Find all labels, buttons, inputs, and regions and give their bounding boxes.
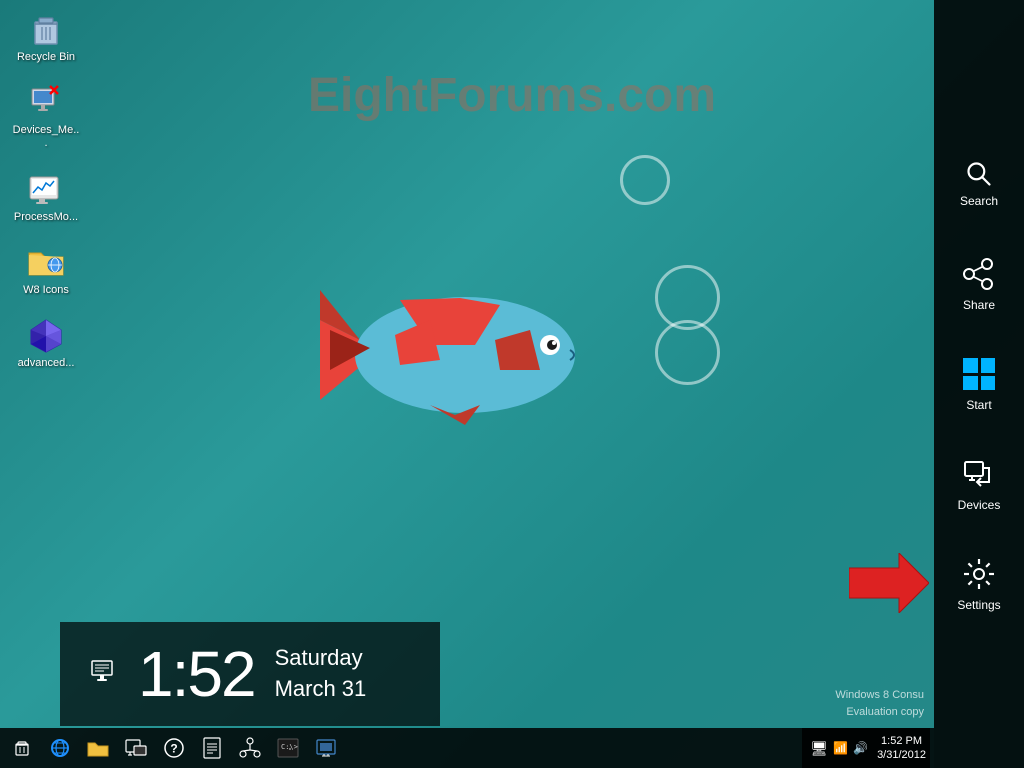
devices-icon — [961, 456, 997, 492]
taskbar-remote[interactable] — [118, 730, 154, 766]
charm-start[interactable]: Start — [934, 334, 1024, 434]
advanced-label: advanced... — [18, 357, 75, 370]
clock-time: 1:52 — [138, 642, 255, 706]
taskbar-help[interactable]: ? — [156, 730, 192, 766]
desktop: EightForums.com — [0, 0, 1024, 768]
w8-icons-label: W8 Icons — [23, 284, 69, 297]
clock-monitor-icon — [90, 657, 118, 692]
start-icon — [961, 356, 997, 392]
devices-me-icon[interactable]: Devices_Me... — [8, 78, 84, 154]
tray-speaker-icon[interactable]: 🔊 — [853, 741, 868, 755]
system-tray: 🖥 📶 🔊 1:52 PM 3/31/2012 — [802, 728, 934, 768]
charm-start-label: Start — [966, 398, 991, 412]
tray-wifi-icon[interactable]: 📶 — [833, 741, 848, 755]
devices-me-image — [26, 82, 66, 122]
deco-circle-3 — [655, 320, 720, 385]
taskbar: ? C:\> — [0, 728, 930, 768]
deco-circle-2 — [655, 265, 720, 330]
svg-text:?: ? — [170, 742, 177, 756]
taskbar-recycle[interactable] — [4, 730, 40, 766]
advanced-icon[interactable]: advanced... — [8, 311, 84, 374]
tray-network-icon[interactable]: 🖥 — [810, 740, 828, 757]
charm-search[interactable]: Search — [934, 134, 1024, 234]
deco-circle-1 — [620, 155, 670, 205]
charm-search-label: Search — [960, 194, 998, 208]
process-monitor-icon[interactable]: ProcessMo... — [8, 165, 84, 228]
search-icon — [965, 160, 993, 188]
advanced-image — [26, 315, 66, 355]
devices-me-label: Devices_Me... — [12, 124, 80, 150]
settings-icon — [961, 556, 997, 592]
charms-bar: Search Share Start — [934, 0, 1024, 768]
taskbar-network[interactable] — [232, 730, 268, 766]
taskbar-ie[interactable] — [42, 730, 78, 766]
process-monitor-image — [26, 169, 66, 209]
charm-devices[interactable]: Devices — [934, 434, 1024, 534]
charm-share[interactable]: Share — [934, 234, 1024, 334]
taskbar-explorer[interactable] — [80, 730, 116, 766]
charm-settings[interactable]: Settings — [934, 534, 1024, 634]
windows-watermark: Windows 8 Consu Evaluation copy — [835, 687, 924, 720]
process-monitor-label: ProcessMo... — [14, 211, 78, 224]
w8-icons-icon[interactable]: W8 Icons — [8, 238, 84, 301]
taskbar-notepad[interactable] — [194, 730, 230, 766]
w8-icons-image — [26, 242, 66, 282]
desktop-icon-area: Recycle Bin Devices_Me... — [8, 0, 84, 374]
recycle-bin-icon[interactable]: Recycle Bin — [8, 5, 84, 68]
fish-illustration — [300, 240, 620, 460]
clock-overlay: 1:52 Saturday March 31 — [60, 622, 440, 726]
charm-devices-label: Devices — [958, 498, 1001, 512]
share-icon — [961, 256, 997, 292]
recycle-bin-label: Recycle Bin — [17, 51, 75, 64]
watermark-text: EightForums.com — [308, 68, 716, 123]
charm-share-label: Share — [963, 298, 995, 312]
taskbar-clock[interactable]: 1:52 PM 3/31/2012 — [877, 734, 926, 763]
clock-date: Saturday March 31 — [275, 643, 367, 705]
svg-text:C:\>: C:\> — [281, 743, 298, 751]
recycle-bin-image — [26, 9, 66, 49]
taskbar-cmd[interactable]: C:\> — [270, 730, 306, 766]
charm-settings-label: Settings — [957, 598, 1000, 612]
taskbar-rdp[interactable] — [308, 730, 344, 766]
